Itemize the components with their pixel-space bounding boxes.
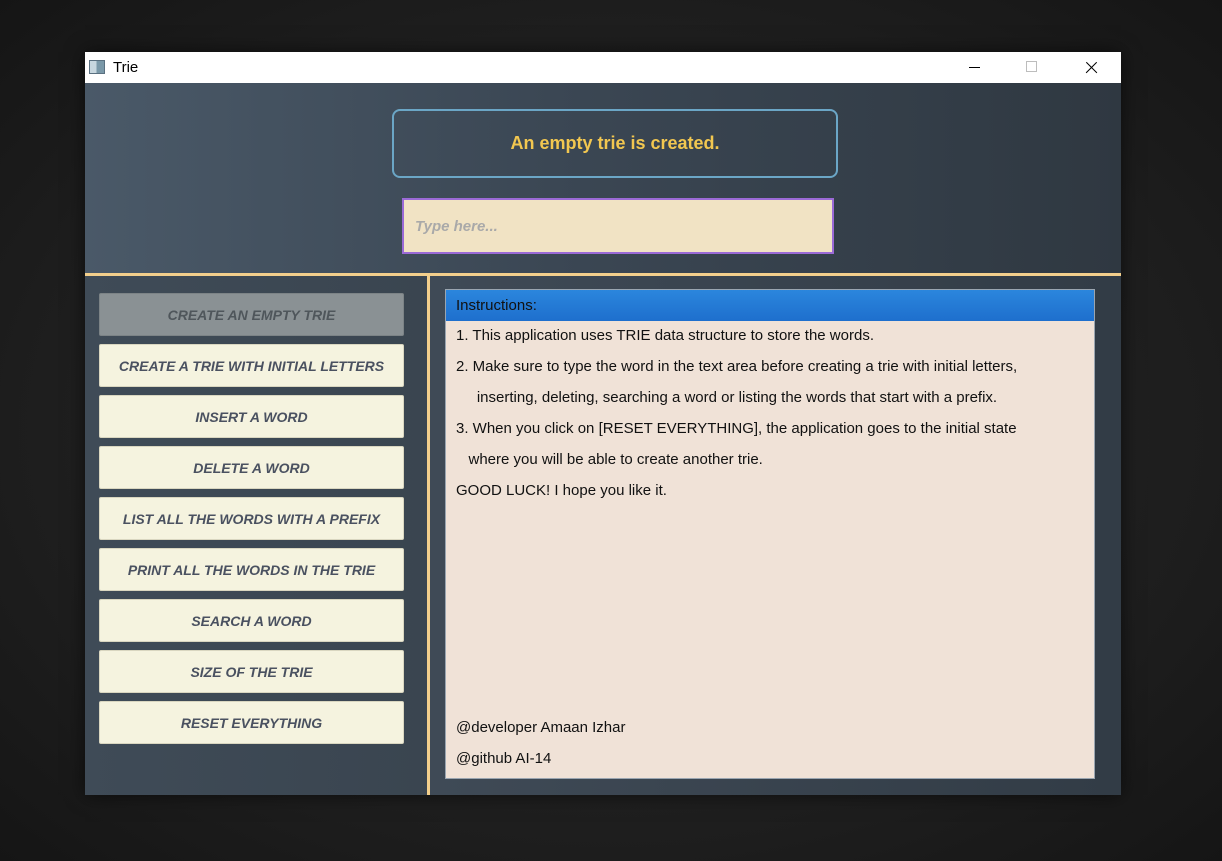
- word-input[interactable]: [402, 198, 834, 254]
- close-button[interactable]: [1061, 52, 1119, 83]
- insert-word-button[interactable]: INSERT A WORD: [99, 395, 404, 438]
- top-pane: An empty trie is created.: [85, 83, 1121, 273]
- instructions-header: Instructions:: [446, 290, 1094, 321]
- instruction-line: inserting, deleting, searching a word or…: [456, 389, 998, 406]
- instruction-line: 2. Make sure to type the word in the tex…: [456, 358, 1018, 375]
- delete-word-button[interactable]: DELETE A WORD: [99, 446, 404, 489]
- create-empty-trie-button[interactable]: CREATE AN EMPTY TRIE: [99, 293, 404, 336]
- trie-size-button[interactable]: SIZE OF THE TRIE: [99, 650, 404, 693]
- create-trie-initial-letters-button[interactable]: CREATE A TRIE WITH INITIAL LETTERS: [99, 344, 404, 387]
- developer-credit: @developer Amaan Izhar: [456, 719, 626, 736]
- instructions-list[interactable]: Instructions: 1. This application uses T…: [445, 289, 1095, 779]
- instruction-line: where you will be able to create another…: [456, 451, 763, 468]
- window-title: Trie: [113, 59, 139, 76]
- output-pane: Instructions: 1. This application uses T…: [430, 276, 1121, 795]
- github-credit: @github AI-14: [456, 750, 552, 767]
- list-prefix-words-button[interactable]: LIST ALL THE WORDS WITH A PREFIX: [99, 497, 404, 540]
- print-all-words-button[interactable]: PRINT ALL THE WORDS IN THE TRIE: [99, 548, 404, 591]
- instruction-line: 1. This application uses TRIE data struc…: [456, 327, 874, 344]
- maximize-button[interactable]: [1003, 52, 1061, 83]
- search-word-button[interactable]: SEARCH A WORD: [99, 599, 404, 642]
- button-panel: CREATE AN EMPTY TRIE CREATE A TRIE WITH …: [85, 276, 427, 795]
- app-window: Trie An empty trie is created. CREATE AN…: [85, 52, 1121, 795]
- instruction-line: 3. When you click on [RESET EVERYTHING],…: [456, 420, 1017, 437]
- title-bar[interactable]: Trie: [85, 52, 1121, 83]
- app-icon: [89, 60, 105, 74]
- reset-everything-button[interactable]: RESET EVERYTHING: [99, 701, 404, 744]
- status-message: An empty trie is created.: [392, 109, 838, 178]
- instruction-line: GOOD LUCK! I hope you like it.: [456, 482, 667, 499]
- minimize-button[interactable]: [945, 52, 1003, 83]
